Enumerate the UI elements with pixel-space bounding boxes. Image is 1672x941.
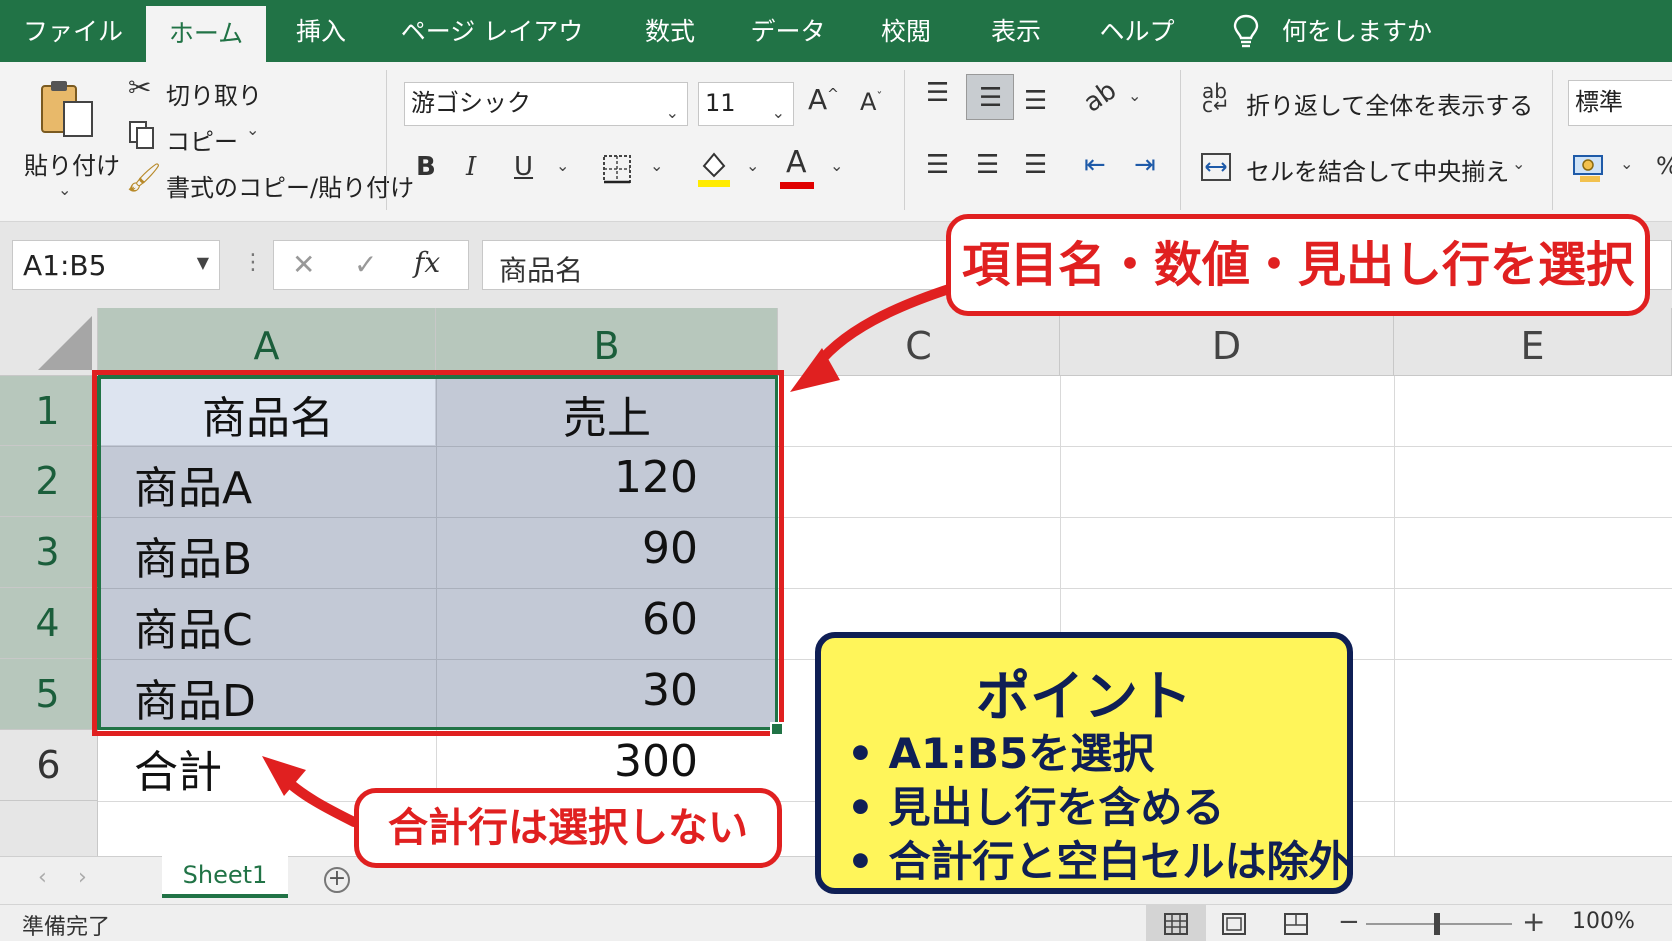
arrow-to-selection bbox=[807, 283, 957, 377]
point-box: ポイント • A1:B5を選択 • 見出し行を含める • 合計行と空白セルは除外 bbox=[815, 632, 1353, 894]
callout-exclude-total: 合計行は選択しない bbox=[354, 788, 782, 868]
callout-select-range: 項目名・数値・見出し行を選択 bbox=[946, 214, 1650, 316]
point-item-1: • A1:B5を選択 bbox=[847, 729, 1155, 778]
excel-window: ファイル ホーム 挿入 ページ レイアウト 数式 データ 校閲 表示 ヘルプ 何… bbox=[0, 0, 1672, 941]
point-item-3: • 合計行と空白セルは除外 bbox=[847, 837, 1351, 886]
point-item-2: • 見出し行を含める bbox=[847, 783, 1225, 832]
